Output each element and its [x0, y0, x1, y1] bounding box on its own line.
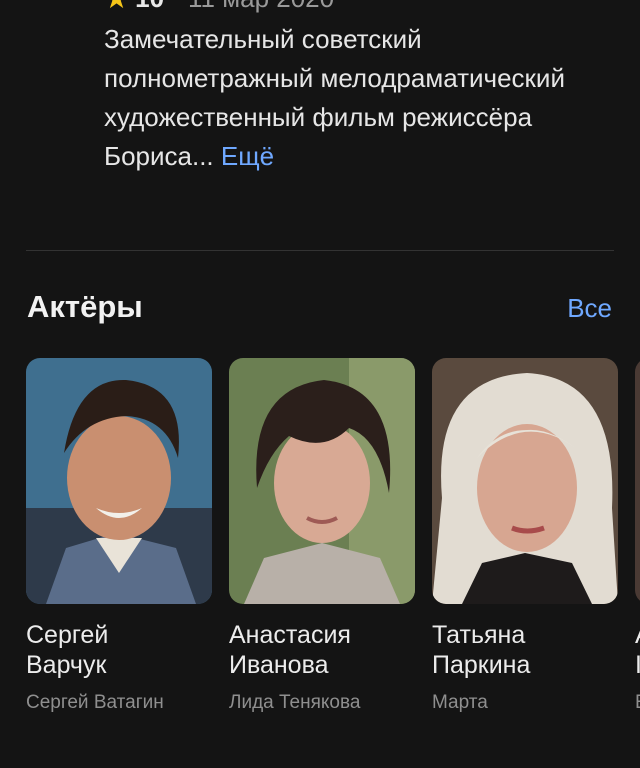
star-icon: ★: [104, 0, 129, 15]
actor-last-name: Варчук: [26, 651, 107, 679]
more-link[interactable]: Ещё: [221, 141, 274, 171]
section-divider: [26, 250, 614, 251]
actor-name: А I: [635, 620, 640, 680]
actor-first-name: Анастасия: [229, 621, 351, 649]
actor-card[interactable]: А I Е: [635, 358, 640, 714]
film-description: Замечательный советский полнометражный м…: [104, 20, 604, 176]
actor-first-name: Сергей: [26, 621, 109, 649]
actor-role: Сергей Ватагин: [26, 692, 164, 713]
actor-name: Сергей Варчук: [26, 620, 212, 680]
actor-last-name: Иванова: [229, 651, 329, 679]
actor-card[interactable]: Анастасия Иванова Лида Тенякова: [229, 358, 415, 714]
actor-card[interactable]: Татьяна Паркина Марта: [432, 358, 618, 714]
actor-role: Е: [635, 692, 640, 714]
cast-carousel[interactable]: Сергей Варчук Сергей Ватагин Анастасия И…: [26, 358, 640, 738]
actor-first-name: А: [635, 620, 640, 650]
actor-last-name: I: [635, 651, 640, 679]
actor-photo: [432, 358, 618, 604]
actor-photo: [635, 358, 640, 604]
actor-photo: [26, 358, 212, 604]
rating-date-row: ★ 10 11 мар 2020: [104, 0, 334, 15]
actor-name: Анастасия Иванова: [229, 620, 415, 680]
actor-role: Марта: [432, 692, 488, 713]
rating-value: 10: [135, 0, 164, 14]
actor-first-name: Татьяна: [432, 621, 526, 649]
actor-name: Татьяна Паркина: [432, 620, 618, 680]
cast-section-title: Актёры: [27, 289, 143, 324]
description-text: Замечательный советский полнометражный м…: [104, 24, 565, 171]
see-all-button[interactable]: Все: [567, 293, 612, 324]
actor-last-name: Паркина: [432, 651, 531, 679]
actor-role: Лида Тенякова: [229, 692, 361, 713]
actor-card[interactable]: Сергей Варчук Сергей Ватагин: [26, 358, 212, 714]
actor-photo: [229, 358, 415, 604]
release-date: 11 мар 2020: [188, 0, 334, 14]
